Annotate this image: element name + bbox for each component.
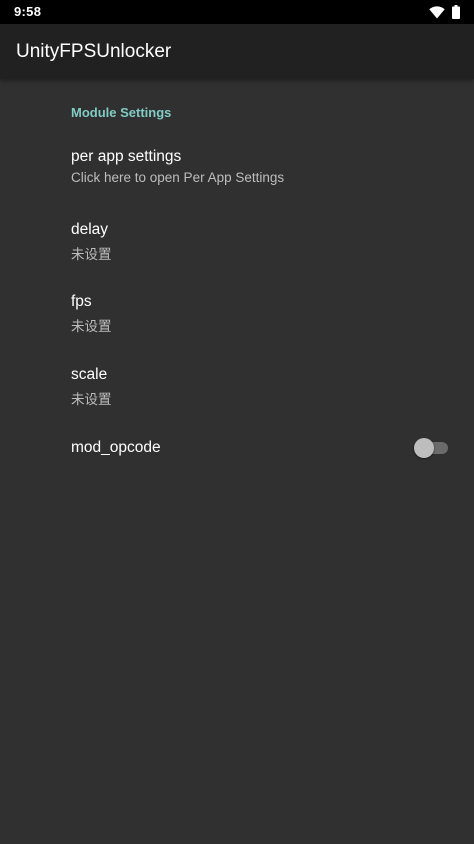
switch-thumb	[414, 438, 434, 458]
pref-title: delay	[71, 221, 109, 238]
settings-list: Module Settings per app settings Click h…	[0, 79, 474, 844]
pref-title: scale	[71, 366, 108, 383]
wifi-icon	[429, 5, 445, 24]
pref-title: fps	[71, 293, 92, 310]
pref-summary: 未设置	[71, 319, 112, 334]
app-title: UnityFPSUnlocker	[16, 41, 172, 62]
app-bar: UnityFPSUnlocker	[0, 24, 474, 79]
category-title-module-settings: Module Settings	[71, 105, 172, 120]
pref-summary: Click here to open Per App Settings	[71, 170, 285, 185]
mod-opcode-switch[interactable]	[414, 438, 448, 458]
pref-title: mod_opcode	[71, 439, 161, 456]
status-time: 9:58	[14, 4, 42, 19]
pref-fps[interactable]: fps 未设置	[0, 282, 474, 354]
status-icons	[429, 5, 460, 24]
pref-title: per app settings	[71, 148, 182, 165]
pref-delay[interactable]: delay 未设置	[0, 210, 474, 282]
pref-summary: 未设置	[71, 247, 112, 262]
status-bar: 9:58	[0, 0, 474, 24]
pref-summary: 未设置	[71, 392, 112, 407]
pref-mod-opcode[interactable]: mod_opcode	[0, 411, 474, 483]
battery-icon	[452, 5, 460, 24]
pref-per-app-settings[interactable]: per app settings Click here to open Per …	[0, 137, 474, 209]
